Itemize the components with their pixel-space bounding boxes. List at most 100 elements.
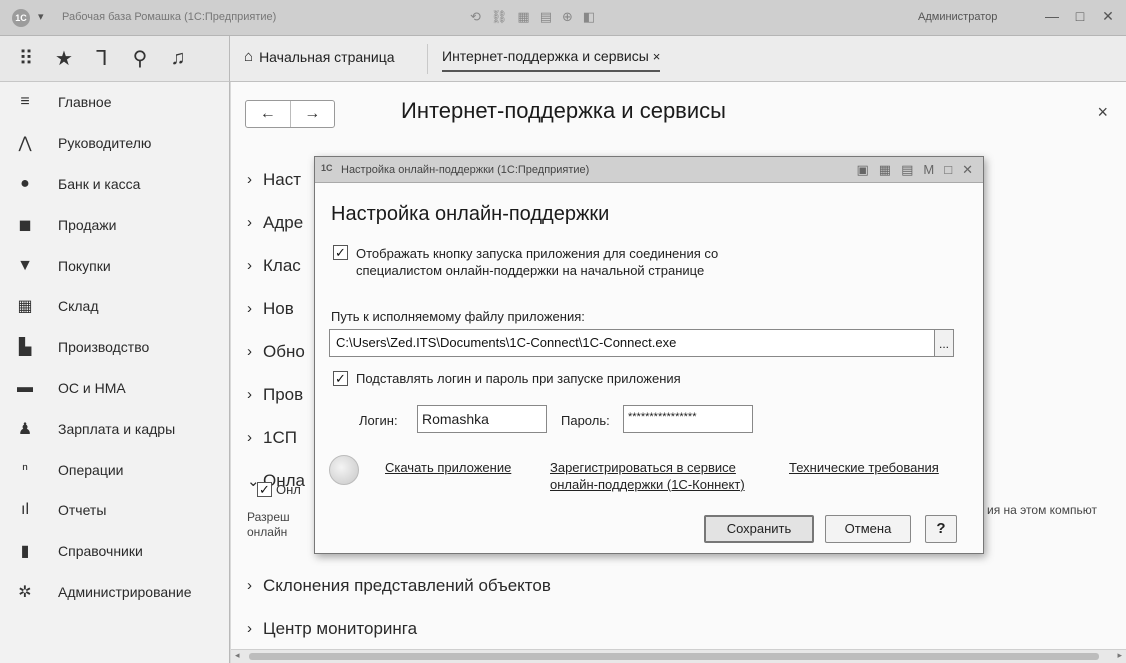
bottom-sections: › Склонения представлений объектов › Центр…	[247, 564, 551, 650]
sidebar-item-catalogs[interactable]: ▮ Справочники	[0, 531, 229, 572]
show-button-checkbox-row[interactable]: ✓ Отображать кнопку запуска приложения д…	[333, 245, 803, 279]
print-icon[interactable]: ▣	[857, 162, 869, 178]
login-label: Логин:	[359, 413, 398, 428]
link-icon[interactable]: ⛓	[491, 9, 508, 25]
warehouse-icon: ▦	[17, 298, 33, 316]
sidebar-item-label: Отчеты	[58, 502, 107, 519]
online-note: Разреш онлайн	[247, 510, 290, 539]
download-app-link[interactable]: Скачать приложение	[385, 459, 511, 476]
back-button[interactable]: ←	[246, 101, 291, 127]
sidebar-item-operations[interactable]: ⁿ Операции	[0, 449, 229, 490]
path-input[interactable]: C:\Users\Zed.ITS\Documents\1C-Connect\1C…	[329, 329, 937, 357]
tab-home[interactable]: ⌂ Начальная страница	[244, 48, 395, 65]
login-input[interactable]: Romashka	[417, 405, 547, 433]
sidebar-item-label: Производство	[58, 339, 150, 356]
section-classifiers[interactable]: › Клас	[247, 244, 305, 287]
history-icon[interactable]: Ꞁ	[92, 46, 112, 71]
section-checks[interactable]: › Пров	[247, 373, 305, 416]
sidebar-item-administration[interactable]: ✲ Администрирование	[0, 572, 229, 613]
bell-icon[interactable]: ♫	[168, 47, 188, 70]
dialog-window-title: Настройка онлайн-поддержки (1С:Предприят…	[341, 164, 590, 176]
chevron-right-icon: ›	[247, 300, 252, 317]
section-settings[interactable]: › Наст	[247, 158, 305, 201]
show-button-checkbox[interactable]: ✓	[333, 245, 348, 260]
section-label: 1СП	[263, 427, 297, 447]
forward-button[interactable]: →	[291, 101, 335, 127]
sidebar-item-sales[interactable]: ◼ Продажи	[0, 204, 229, 245]
person-icon: ♟	[17, 420, 33, 438]
calendar-icon[interactable]: ▤	[540, 9, 552, 25]
password-input[interactable]: ****************	[623, 405, 753, 433]
chevron-right-icon: ›	[247, 214, 252, 231]
section-1c[interactable]: › 1СП	[247, 416, 305, 459]
scroll-left-icon[interactable]: ◂	[235, 650, 240, 661]
sidebar-item-assets[interactable]: ▬ ОС и НМА	[0, 368, 229, 409]
save-button[interactable]: Сохранить	[704, 515, 814, 543]
sidebar-item-production[interactable]: ▙ Производство	[0, 327, 229, 368]
sidebar-item-label: Администрирование	[58, 583, 192, 600]
online-checkbox-row[interactable]: ✓ Онл	[257, 482, 301, 497]
app-logo: 1С	[321, 163, 333, 173]
minimize-button[interactable]: —	[1044, 8, 1060, 25]
tab-home-label: Начальная страница	[259, 48, 395, 65]
info-icon[interactable]: ◧	[583, 9, 595, 25]
section-news[interactable]: › Нов	[247, 287, 305, 330]
titlebar-tools: ⟲ ⛓ ▦ ▤ ⊕ ◧	[470, 9, 595, 25]
window-titlebar: 1С ▾ Рабочая база Ромашка (1С:Предприяти…	[0, 0, 1126, 36]
auth-checkbox-row[interactable]: ✓ Подставлять логин и пароль при запуске…	[333, 371, 681, 386]
browse-button[interactable]: ...	[934, 329, 954, 357]
operations-icon: ⁿ	[22, 460, 28, 478]
sidebar-item-manager[interactable]: ⋀ Руководителю	[0, 123, 229, 164]
password-label: Пароль:	[561, 413, 610, 428]
calendar-icon[interactable]: ▤	[901, 162, 913, 178]
cancel-button[interactable]: Отмена	[825, 515, 911, 543]
current-user[interactable]: Администратор	[918, 11, 997, 23]
register-service-link[interactable]: Зарегистрироваться в сервисе онлайн-подд…	[550, 459, 745, 493]
sidebar-item-warehouse[interactable]: ▦ Склад	[0, 286, 229, 327]
sidebar-item-salary[interactable]: ♟ Зарплата и кадры	[0, 408, 229, 449]
star-icon[interactable]: ★	[54, 46, 74, 71]
form-close-icon[interactable]: ×	[1097, 102, 1108, 123]
section-address[interactable]: › Адре	[247, 201, 305, 244]
maximize-icon[interactable]: □	[944, 162, 952, 178]
zoom-icon[interactable]: ⊕	[562, 9, 573, 25]
sidebar-item-reports[interactable]: ıl Отчеты	[0, 490, 229, 531]
calculator-icon[interactable]: ▦	[517, 9, 529, 25]
bag-icon: ◼	[18, 216, 32, 234]
tech-requirements-link[interactable]: Технические требования	[789, 459, 939, 476]
sections-list: › Наст › Адре › Клас › Нов › Обно › Пров › 1СП …	[247, 158, 305, 502]
chevron-right-icon: ›	[247, 343, 252, 360]
memory-icon[interactable]: M	[923, 162, 934, 178]
page-title: Интернет-поддержка и сервисы	[401, 98, 726, 123]
tab-internet-support[interactable]: Интернет-поддержка и сервисы ×	[442, 48, 661, 72]
tab-close-icon[interactable]: ×	[653, 49, 661, 64]
scroll-right-icon[interactable]: ▸	[1117, 650, 1122, 661]
sidebar-item-main[interactable]: ≡ Главное	[0, 82, 229, 123]
maximize-button[interactable]: □	[1072, 8, 1088, 25]
scroll-thumb[interactable]	[249, 653, 1099, 660]
chevron-right-icon: ›	[247, 577, 252, 594]
online-checkbox[interactable]: ✓	[257, 482, 272, 497]
chevron-right-icon: ›	[247, 429, 252, 446]
section-label: Адре	[263, 212, 304, 232]
sidebar-item-purchases[interactable]: ▼ Покупки	[0, 245, 229, 286]
calculator-icon[interactable]: ▦	[879, 162, 891, 178]
close-window-button[interactable]: ✕	[1100, 8, 1116, 25]
grid-menu-icon[interactable]: ⠿	[16, 46, 36, 71]
sidebar-item-bank[interactable]: ● Банк и касса	[0, 164, 229, 205]
auth-checkbox[interactable]: ✓	[333, 371, 348, 386]
main-menu-icon[interactable]: ▾	[38, 10, 44, 23]
horizontal-scrollbar[interactable]: ◂ ▸	[231, 649, 1126, 663]
section-declensions[interactable]: › Склонения представлений объектов	[247, 564, 551, 607]
section-updates[interactable]: › Обно	[247, 330, 305, 373]
search-icon[interactable]: ⚲	[130, 46, 150, 71]
dialog-close-icon[interactable]: ✕	[962, 162, 973, 178]
help-button[interactable]: ?	[925, 515, 957, 543]
sidebar-item-label: Главное	[58, 94, 112, 111]
sidebar-item-label: Руководителю	[58, 135, 152, 152]
dialog-window-tools: ▣ ▦ ▤ M □ ✕	[857, 162, 974, 178]
history-icon[interactable]: ⟲	[470, 9, 481, 25]
section-monitoring[interactable]: › Центр мониторинга	[247, 607, 551, 650]
sidebar-item-label: Покупки	[58, 257, 111, 274]
online-support-settings-dialog: 1С Настройка онлайн-поддержки (1С:Предпр…	[314, 156, 984, 554]
